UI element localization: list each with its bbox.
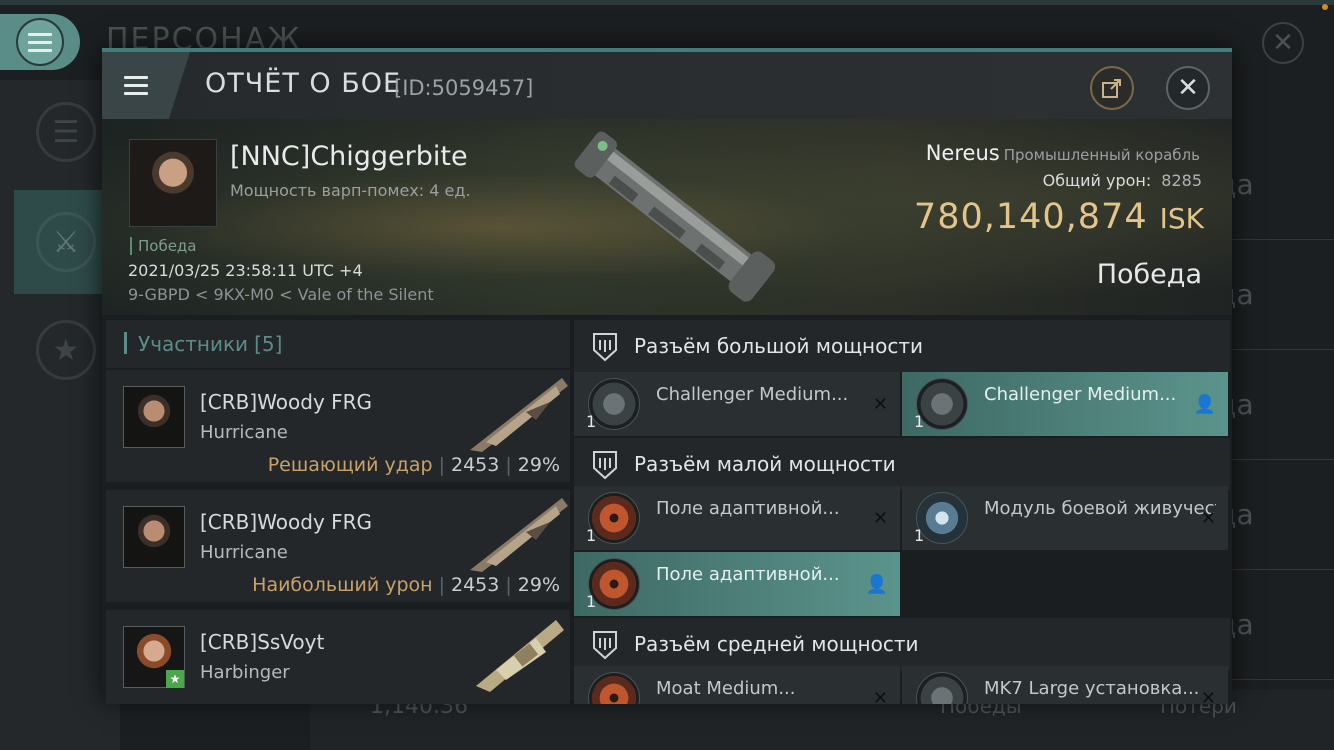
shield-icon [593,451,617,480]
shield-icon [593,631,617,660]
shield-icon [593,333,617,362]
participant-percent: 29% [517,574,560,596]
destroyed-icon: ✕ [1200,508,1216,529]
mid-slot-title: Разъём средней мощности [634,632,919,656]
modal-menu-button[interactable] [102,52,190,119]
victim-portrait[interactable] [129,139,217,227]
top-bar [0,0,1334,5]
high-slot-header: Разъём большой мощности [574,320,1230,372]
isk-value: 780,140,874 [913,197,1148,237]
fitting-qty: 1 [586,412,597,431]
fitting-name: MK7 Large установка... [984,678,1200,699]
fitting-name: Поле адаптивной... [656,564,840,585]
isk-unit: ISK [1159,202,1204,235]
modal-title: ОТЧЁТ О БОЕ [205,68,402,99]
low-slot-title: Разъём малой мощности [634,452,896,476]
victory-tag: Победа [130,237,197,255]
victim-warp-strength: Мощность варп-помех: 4 ед. [230,181,471,200]
ship-name: Nereus [925,141,1000,165]
fitting-name: Moat Medium... [656,678,796,699]
victim-name[interactable]: [NNC]Chiggerbite [230,141,468,172]
destroyed-icon: ✕ [872,508,888,529]
participant-role: Наибольший урон [252,574,433,596]
participant-row[interactable]: [CRB]Woody FRG Hurricane Решающий удар | 2… [106,370,570,486]
fitting-name: Challenger Medium... [656,384,849,405]
battle-result: Победа [1096,259,1202,290]
fitting-item[interactable]: Moat Medium... ✕ [574,666,900,704]
fitting-name: Challenger Medium... [984,384,1177,405]
victim-ship[interactable]: Nereus Промышленный корабль [926,141,1200,165]
participant-ship: Hurricane [200,422,288,443]
fitting-qty: 1 [914,526,925,545]
participant-damage: 2453 [451,454,500,476]
menu-icon [124,76,148,95]
participant-row[interactable]: [CRB]Woody FRG Hurricane Наибольший урон… [106,490,570,606]
destroyed-icon: ✕ [872,688,888,704]
participants-label: Участники [138,332,249,356]
star-badge-icon[interactable]: ★ [36,320,96,380]
crossed-swords-icon[interactable]: ⚔ [36,212,96,272]
share-button[interactable] [1090,66,1134,110]
fitting-item[interactable]: 1 Модуль боевой живучести, ... ✕ [902,486,1228,550]
fitting-name: Поле адаптивной... [656,498,840,519]
fitting-qty: 1 [586,526,597,545]
list-icon[interactable]: ☰ [36,102,96,162]
fitting-item[interactable]: 1 Challenger Medium... 👤 [902,372,1228,436]
low-slot-header: Разъём малой мощности [574,438,1230,490]
avatar [123,506,185,568]
total-damage: Общий урон: 8285 [1043,171,1202,190]
fitting-qty: 1 [586,592,597,611]
module-icon [588,672,640,704]
isk-value-row: 780,140,874 ISK [914,197,1204,237]
modal-header: ОТЧЁТ О БОЕ [ID:5059457] ✕ [102,52,1232,119]
fitting-item[interactable]: 1 Поле адаптивной... ✕ [574,486,900,550]
participant-ship: Hurricane [200,542,288,563]
participants-header[interactable]: Участники [5] [106,320,570,368]
close-button[interactable]: ✕ [1166,66,1210,110]
participant-name: [CRB]Woody FRG [200,510,373,534]
ship-image [470,378,568,452]
victim-ship-image[interactable] [562,123,792,313]
participant-stats: Решающий удар | 2453 | 29% [267,454,560,476]
person-icon: 👤 [865,574,888,595]
participant-row[interactable]: ★ [CRB]SsVoyt Harbinger [106,610,570,704]
participant-ship: Harbinger [200,662,290,683]
kill-location[interactable]: 9-GBPD < 9KX-M0 < Vale of the Silent [128,285,434,304]
participants-count: [5] [254,332,283,356]
participant-name: [CRB]SsVoyt [200,630,325,654]
fitting-name: Модуль боевой живучести, ... [984,498,1216,519]
participant-percent: 29% [517,454,560,476]
star-badge-icon: ★ [166,670,184,688]
high-slot-title: Разъём большой мощности [634,334,923,358]
person-icon: 👤 [1193,394,1216,415]
avatar [123,386,185,448]
participant-role: Решающий удар [267,454,433,476]
close-icon: ✕ [1177,73,1199,103]
ship-class: Промышленный корабль [1003,146,1200,164]
background-close-button[interactable]: ✕ [1262,22,1304,64]
combat-report-modal: ОТЧЁТ О БОЕ [ID:5059457] ✕ [NNC]Chiggerb… [102,48,1232,704]
fitting-item[interactable]: 1 Поле адаптивной... 👤 [574,552,900,616]
destroyed-icon: ✕ [872,394,888,415]
ship-image [476,620,564,692]
participant-stats: Наибольший урон | 2453 | 29% [252,574,560,596]
share-icon [1102,79,1121,98]
mid-slot-header: Разъём средней мощности [574,618,1230,670]
notification-dot [1322,4,1328,10]
fitting-item[interactable]: MK7 Large установка... ✕ [902,666,1228,704]
victim-banner: [NNC]Chiggerbite Мощность варп-помех: 4 … [102,119,1232,315]
kill-datetime: 2021/03/25 23:58:11 UTC +4 [128,261,363,280]
participant-damage: 2453 [451,574,500,596]
destroyed-icon: ✕ [1200,688,1216,704]
report-id: [ID:5059457] [394,76,534,100]
ship-image [470,498,568,572]
main-menu-button[interactable] [0,14,80,70]
total-damage-value: 8285 [1161,171,1202,190]
menu-icon [28,32,52,52]
total-damage-label: Общий урон: [1042,171,1152,190]
participant-name: [CRB]Woody FRG [200,390,373,414]
fitting-qty: 1 [914,412,925,431]
module-icon [916,672,968,704]
fitting-item[interactable]: 1 Challenger Medium... ✕ [574,372,900,436]
